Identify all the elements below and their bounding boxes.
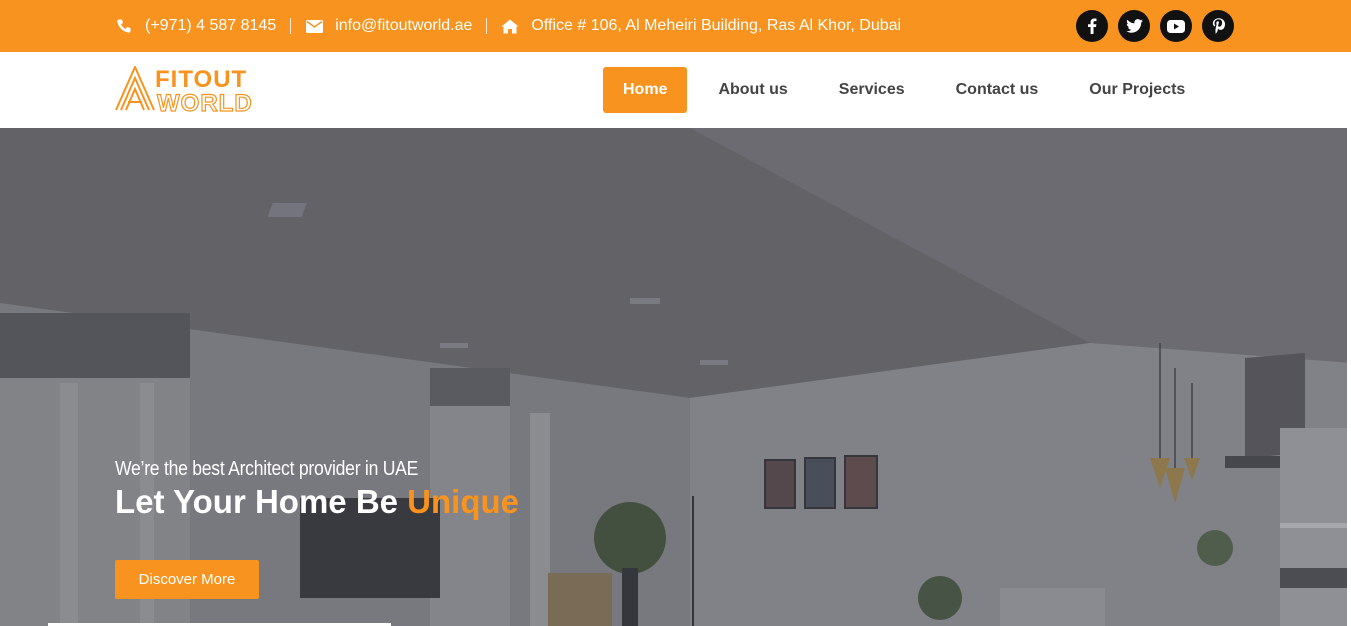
- main-navbar: FITOUT WORLD Home About us Services Cont…: [0, 52, 1351, 128]
- nav-home[interactable]: Home: [603, 67, 688, 113]
- contact-info: (+971) 4 587 8145 info@fitoutworld.ae Of…: [115, 0, 901, 52]
- phone-icon: [115, 17, 133, 35]
- nav-services[interactable]: Services: [819, 67, 925, 113]
- home-icon: [501, 17, 519, 35]
- facebook-icon[interactable]: [1076, 10, 1108, 42]
- headline-main: Let Your Home Be: [115, 483, 408, 520]
- youtube-icon[interactable]: [1160, 10, 1192, 42]
- hero-section: We’re the best Architect provider in UAE…: [0, 128, 1351, 626]
- hero-overlay: [0, 128, 1351, 626]
- fitoutworld-logo[interactable]: FITOUT WORLD: [115, 64, 280, 118]
- separator: [290, 18, 292, 34]
- hero-headline: Let Your Home Be Unique: [115, 483, 519, 521]
- pinterest-icon[interactable]: [1202, 10, 1234, 42]
- logo-a-mark-icon: [115, 64, 155, 111]
- scrollbar-edge: [1347, 128, 1351, 626]
- headline-accent: Unique: [407, 483, 519, 520]
- logo-line1: FITOUT: [155, 66, 247, 93]
- office-address: Office # 106, Al Meheiri Building, Ras A…: [531, 17, 902, 34]
- twitter-icon[interactable]: [1118, 10, 1150, 42]
- nav-about-us[interactable]: About us: [698, 67, 807, 113]
- phone-item[interactable]: (+971) 4 587 8145: [115, 17, 276, 35]
- social-links: [1076, 10, 1234, 42]
- email-item[interactable]: info@fitoutworld.ae: [305, 17, 472, 35]
- logo-line2: WORLD: [157, 90, 253, 114]
- email-address[interactable]: info@fitoutworld.ae: [335, 17, 472, 35]
- address-item: Office # 106, Al Meheiri Building, Ras A…: [501, 17, 901, 35]
- main-nav: Home About us Services Contact us Our Pr…: [603, 67, 1216, 113]
- top-contact-bar: (+971) 4 587 8145 info@fitoutworld.ae Of…: [0, 0, 1351, 52]
- discover-more-button[interactable]: Discover More: [115, 560, 259, 599]
- phone-number[interactable]: (+971) 4 587 8145: [145, 17, 276, 35]
- nav-contact-us[interactable]: Contact us: [936, 67, 1059, 113]
- hero-tagline: We’re the best Architect provider in UAE: [115, 458, 419, 480]
- separator: [486, 18, 488, 34]
- nav-our-projects[interactable]: Our Projects: [1069, 67, 1205, 113]
- envelope-icon: [305, 17, 323, 35]
